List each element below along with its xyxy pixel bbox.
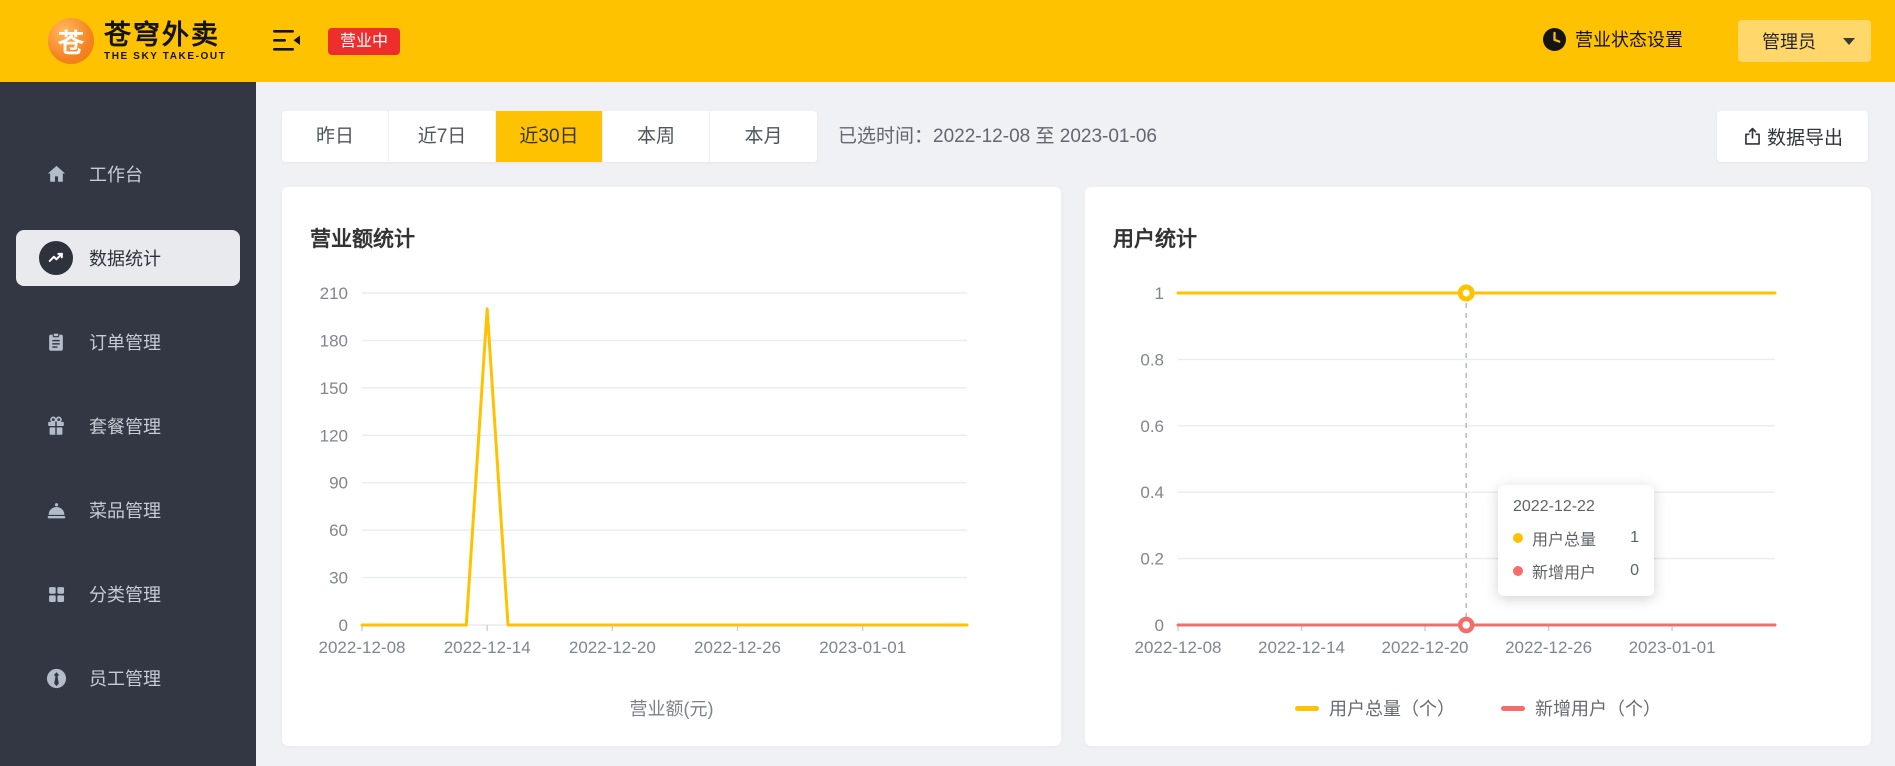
revenue-chart-title: 营业额统计 — [310, 228, 415, 251]
chart-tooltip-rows: 用户总量 1 新增用户 0 — [1513, 526, 1639, 583]
data-export-button[interactable]: 数据导出 — [1717, 111, 1868, 162]
tooltip-row: 用户总量 1 — [1513, 526, 1639, 550]
clipboard-icon — [39, 325, 73, 359]
sidebar-nav: 工作台 数据统计 订单管理 套餐管理 菜品管理 分类管理 员工管理 — [0, 82, 256, 766]
sidebar-item-employee-management[interactable]: 员工管理 — [16, 650, 240, 706]
series-dot-icon — [1513, 566, 1523, 576]
sidebar-collapse-icon[interactable] — [273, 28, 301, 54]
svg-text:210: 210 — [320, 284, 348, 303]
brand-logo: 苍 苍穹外卖 THE SKY TAKE-OUT — [48, 18, 226, 64]
svg-text:0: 0 — [339, 616, 348, 635]
legend-dash-icon — [1295, 705, 1319, 711]
svg-text:2022-12-08: 2022-12-08 — [1135, 638, 1222, 657]
legend-item-total-users[interactable]: 用户总量（个） — [1295, 695, 1455, 721]
revenue-legend[interactable]: 营业额(元) — [282, 695, 1061, 721]
legend-label: 用户总量（个） — [1329, 699, 1455, 719]
svg-text:150: 150 — [320, 379, 348, 398]
chart-tooltip: 2022-12-22 用户总量 1 新增用户 0 — [1498, 485, 1654, 596]
logo-icon: 苍 — [48, 18, 94, 64]
svg-text:0.4: 0.4 — [1140, 483, 1164, 502]
tab-this-week[interactable]: 本周 — [603, 111, 710, 162]
sidebar-item-category-management[interactable]: 分类管理 — [16, 566, 240, 622]
tab-last-30-days[interactable]: 近30日 — [496, 111, 603, 162]
user-statistics-card: 用户统计 0 0.2 0.4 0.6 0.8 1 2022-12-08 2022-12-14 2… — [1085, 187, 1871, 746]
legend-label: 新增用户（个） — [1535, 699, 1661, 719]
grid-icon — [39, 577, 73, 611]
svg-text:2022-12-20: 2022-12-20 — [1382, 638, 1469, 657]
user-menu-dropdown[interactable]: 管理员 — [1738, 20, 1871, 62]
user-chart-title: 用户统计 — [1113, 228, 1197, 251]
home-icon — [39, 157, 73, 191]
selected-time-value: 2022-12-08 至 2023-01-06 — [933, 126, 1157, 147]
tooltip-date: 2022-12-22 — [1513, 498, 1595, 515]
sidebar-item-label: 订单管理 — [89, 333, 161, 353]
sidebar-item-workbench[interactable]: 工作台 — [16, 146, 240, 202]
revenue-statistics-card: 营业额统计 0 30 60 90 120 150 180 210 2022-12-08 2022-… — [282, 187, 1061, 746]
sidebar-item-label: 员工管理 — [89, 669, 161, 689]
sidebar-item-label: 工作台 — [89, 165, 143, 185]
user-chart[interactable]: 0 0.2 0.4 0.6 0.8 1 2022-12-08 2022-12-14 2022-1… — [1085, 282, 1871, 682]
app-header: 苍 苍穹外卖 THE SKY TAKE-OUT 营业中 营业状态设置 管理员 — [0, 0, 1895, 82]
tooltip-row: 新增用户 0 — [1513, 559, 1639, 583]
svg-text:2022-12-20: 2022-12-20 — [569, 638, 656, 657]
sidebar-item-data-statistics[interactable]: 数据统计 — [16, 230, 240, 286]
svg-text:0.2: 0.2 — [1140, 550, 1164, 569]
sidebar-item-label: 套餐管理 — [89, 417, 161, 437]
trend-icon — [39, 241, 73, 275]
sidebar-item-label: 数据统计 — [89, 249, 161, 269]
sidebar-item-dish-management[interactable]: 菜品管理 — [16, 482, 240, 538]
tab-yesterday[interactable]: 昨日 — [282, 111, 389, 162]
brand-name: 苍穹外卖 — [104, 19, 220, 50]
tab-last-7-days[interactable]: 近7日 — [389, 111, 496, 162]
svg-text:2023-01-01: 2023-01-01 — [1629, 638, 1716, 657]
revenue-chart[interactable]: 0 30 60 90 120 150 180 210 2022-12-08 2022-12-14 2… — [282, 282, 1061, 682]
selected-time-label: 已选时间： — [838, 126, 934, 147]
tooltip-series-value: 1 — [1630, 529, 1639, 546]
app-window: 苍 苍穹外卖 THE SKY TAKE-OUT 营业中 营业状态设置 管理员 工… — [0, 0, 1895, 766]
svg-text:2023-01-01: 2023-01-01 — [819, 638, 906, 657]
legend-item-new-users[interactable]: 新增用户（个） — [1501, 695, 1661, 721]
svg-text:2022-12-26: 2022-12-26 — [1505, 638, 1592, 657]
business-status-setting-button[interactable]: 营业状态设置 — [1542, 26, 1683, 52]
status-badge: 营业中 — [328, 28, 401, 55]
svg-text:0.8: 0.8 — [1140, 350, 1164, 369]
tooltip-series-label: 新增用户 — [1532, 565, 1597, 582]
sidebar-item-label: 菜品管理 — [89, 501, 161, 521]
user-chart-legend: 用户总量（个） 新增用户（个） — [1085, 695, 1871, 721]
svg-text:120: 120 — [320, 426, 348, 445]
clock-icon — [1543, 27, 1566, 51]
series-dot-icon — [1513, 533, 1523, 543]
svg-text:60: 60 — [329, 521, 348, 540]
sidebar-item-label: 分类管理 — [89, 585, 161, 605]
user-menu-label: 管理员 — [1762, 32, 1816, 52]
selected-time-range: 已选时间：2022-12-08 至 2023-01-06 — [838, 111, 1157, 162]
tooltip-series-value: 0 — [1630, 562, 1639, 579]
sidebar-item-order-management[interactable]: 订单管理 — [16, 314, 240, 370]
gift-icon — [39, 409, 73, 443]
chevron-down-icon — [1843, 37, 1855, 45]
employee-icon — [39, 661, 73, 695]
svg-text:0.6: 0.6 — [1140, 417, 1164, 436]
tooltip-series-label: 用户总量 — [1532, 532, 1597, 549]
svg-text:90: 90 — [329, 474, 348, 493]
tab-this-month[interactable]: 本月 — [710, 111, 817, 162]
svg-text:2022-12-14: 2022-12-14 — [1258, 638, 1345, 657]
logo-glyph: 苍 — [57, 27, 84, 58]
svg-text:30: 30 — [329, 569, 348, 588]
export-icon — [1745, 127, 1760, 145]
svg-text:2022-12-14: 2022-12-14 — [444, 638, 531, 657]
brand-slogan: THE SKY TAKE-OUT — [104, 50, 227, 62]
export-label: 数据导出 — [1766, 128, 1843, 149]
legend-dash-icon — [1501, 705, 1525, 711]
sidebar-item-setmeal-management[interactable]: 套餐管理 — [16, 398, 240, 454]
svg-text:0: 0 — [1155, 616, 1164, 635]
svg-text:180: 180 — [320, 331, 348, 350]
svg-text:2022-12-26: 2022-12-26 — [694, 638, 781, 657]
date-range-tabs: 昨日 近7日 近30日 本周 本月 — [282, 111, 817, 162]
cloche-icon — [39, 493, 73, 527]
business-status-label: 营业状态设置 — [1575, 30, 1683, 50]
svg-text:1: 1 — [1155, 284, 1164, 303]
svg-text:2022-12-08: 2022-12-08 — [319, 638, 406, 657]
